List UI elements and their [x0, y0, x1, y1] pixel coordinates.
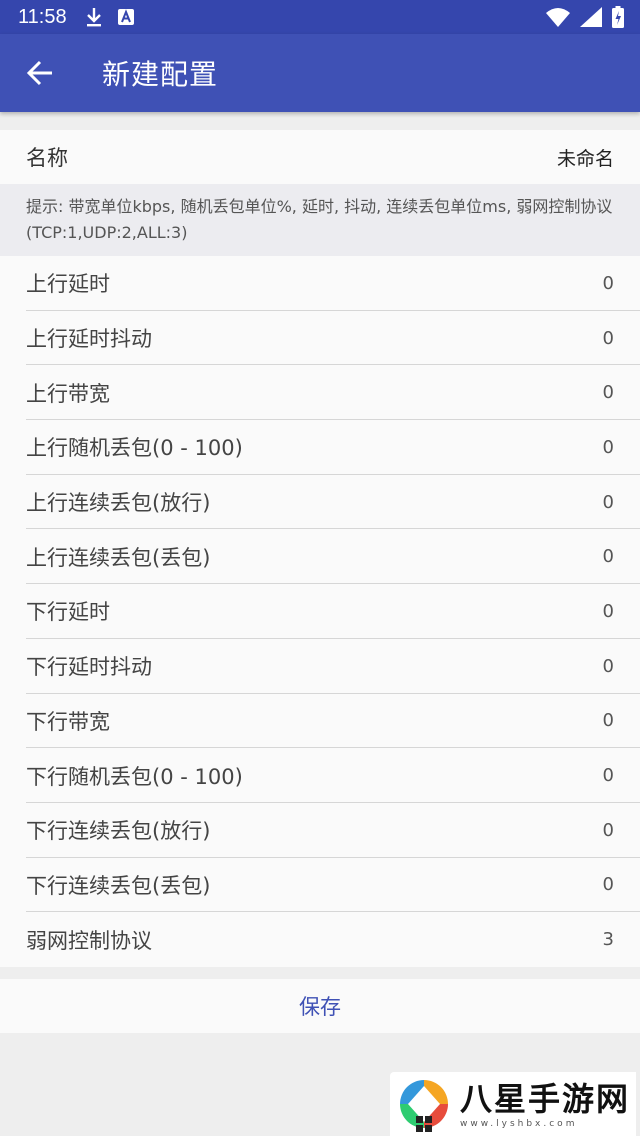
- setting-value: 0: [602, 765, 614, 787]
- download-icon: [86, 8, 101, 27]
- signal-icon: [580, 7, 602, 27]
- setting-label: 下行带宽: [26, 709, 110, 734]
- setting-row-protocol[interactable]: 弱网控制协议 3: [0, 912, 640, 967]
- arrow-back-icon: [26, 60, 52, 86]
- watermark-logo-icon: [400, 1080, 448, 1132]
- setting-label: 上行延时: [26, 272, 110, 297]
- watermark: 八星手游网 www.lyshbx.com: [390, 1072, 636, 1136]
- setting-row-uplink-bandwidth[interactable]: 上行带宽 0: [0, 365, 640, 420]
- setting-label: 下行随机丢包(0 - 100): [26, 764, 243, 789]
- save-button[interactable]: 保存: [0, 978, 640, 1033]
- watermark-url: www.lyshbx.com: [460, 1119, 578, 1129]
- back-button[interactable]: [12, 45, 68, 101]
- setting-value: 0: [602, 874, 614, 896]
- hint-text: 提示: 带宽单位kbps, 随机丢包单位%, 延时, 抖动, 连续丢包单位ms,…: [0, 184, 640, 256]
- setting-row-downlink-bandwidth[interactable]: 下行带宽 0: [0, 694, 640, 749]
- setting-value: 0: [602, 382, 614, 404]
- setting-label: 上行随机丢包(0 - 100): [26, 436, 243, 461]
- setting-label: 下行连续丢包(放行): [26, 819, 211, 844]
- status-time: 11:58: [18, 5, 67, 28]
- setting-row-uplink-delay[interactable]: 上行延时 0: [0, 256, 640, 311]
- setting-value: 0: [602, 819, 614, 841]
- watermark-title: 八星手游网: [460, 1080, 631, 1118]
- setting-label: 下行延时: [26, 600, 110, 625]
- setting-row-uplink-burst-pass[interactable]: 上行连续丢包(放行) 0: [0, 475, 640, 530]
- setting-row-downlink-jitter[interactable]: 下行延时抖动 0: [0, 639, 640, 694]
- setting-value: 0: [602, 546, 614, 568]
- setting-label: 上行连续丢包(放行): [26, 491, 211, 516]
- battery-icon: [612, 6, 624, 28]
- setting-label: 下行连续丢包(丢包): [26, 873, 211, 898]
- config-form: 名称 未命名 提示: 带宽单位kbps, 随机丢包单位%, 延时, 抖动, 连续…: [0, 130, 640, 1033]
- status-bar: 11:58: [0, 0, 640, 34]
- setting-label: 下行延时抖动: [26, 655, 152, 680]
- setting-row-downlink-delay[interactable]: 下行延时 0: [0, 584, 640, 639]
- setting-value: 0: [602, 600, 614, 622]
- setting-row-uplink-jitter[interactable]: 上行延时抖动 0: [0, 311, 640, 366]
- app-notification-icon: [117, 9, 134, 25]
- setting-value: 0: [602, 710, 614, 732]
- setting-label: 上行延时抖动: [26, 327, 152, 352]
- setting-row-uplink-random-loss[interactable]: 上行随机丢包(0 - 100) 0: [0, 420, 640, 475]
- setting-label: 上行连续丢包(丢包): [26, 545, 211, 570]
- setting-row-downlink-random-loss[interactable]: 下行随机丢包(0 - 100) 0: [0, 748, 640, 803]
- setting-value: 0: [602, 436, 614, 458]
- section-gap: [0, 966, 640, 979]
- setting-value: 0: [602, 272, 614, 294]
- name-value[interactable]: 未命名: [557, 144, 614, 171]
- page-title: 新建配置: [102, 58, 219, 91]
- app-bar: 新建配置: [0, 34, 640, 112]
- setting-row-uplink-burst-drop[interactable]: 上行连续丢包(丢包) 0: [0, 529, 640, 584]
- setting-value: 3: [602, 929, 614, 951]
- setting-label: 上行带宽: [26, 381, 110, 406]
- setting-value: 0: [602, 327, 614, 349]
- setting-value: 0: [602, 655, 614, 677]
- name-row[interactable]: 名称 未命名: [0, 130, 640, 184]
- name-label: 名称: [26, 146, 68, 170]
- settings-list: 上行延时 0 上行延时抖动 0 上行带宽 0 上行随机丢包(0 - 100) 0 上行连…: [0, 256, 640, 967]
- wifi-icon: [546, 8, 570, 27]
- setting-row-downlink-burst-pass[interactable]: 下行连续丢包(放行) 0: [0, 803, 640, 858]
- setting-row-downlink-burst-drop[interactable]: 下行连续丢包(丢包) 0: [0, 858, 640, 913]
- setting-value: 0: [602, 491, 614, 513]
- setting-label: 弱网控制协议: [26, 928, 152, 953]
